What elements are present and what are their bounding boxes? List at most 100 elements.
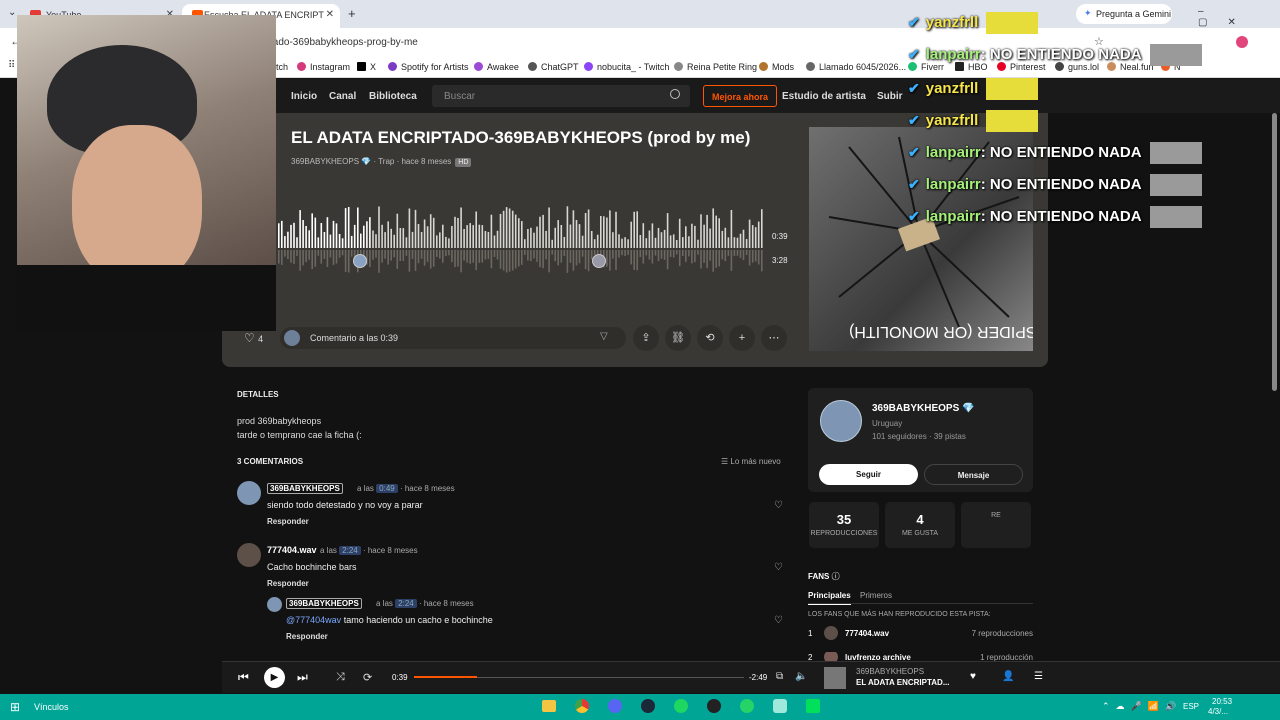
bookmark-twitch[interactable]: nobucita_ - Twitch — [584, 62, 669, 72]
steam-icon[interactable] — [641, 699, 655, 713]
comment-like-icon[interactable]: ♡ — [774, 615, 783, 626]
file-explorer-icon[interactable] — [542, 700, 556, 712]
discord-icon[interactable] — [608, 699, 622, 713]
bookmark-mods[interactable]: Mods — [759, 62, 794, 72]
pip-icon[interactable]: ⧉ — [776, 671, 783, 682]
player-like-icon[interactable]: ♥ — [970, 671, 976, 682]
taskbar-search-label[interactable]: Vínculos — [34, 702, 69, 712]
language-indicator[interactable]: ESP — [1183, 702, 1199, 711]
copy-link-button[interactable]: ⛓ — [665, 325, 691, 351]
bookmark-item[interactable]: tch — [276, 62, 288, 72]
fan-name[interactable]: 777404.wav — [845, 629, 889, 638]
waveform-reflection — [481, 250, 484, 263]
next-icon[interactable]: ⏭ — [297, 670, 308, 685]
tab-primeros[interactable]: Primeros — [860, 591, 892, 600]
waveform-bar — [630, 221, 632, 248]
nav-inicio[interactable]: Inicio — [291, 91, 317, 102]
progress-track[interactable] — [414, 676, 744, 678]
spotify-taskbar-icon[interactable] — [674, 699, 688, 713]
fan-row[interactable]: 1 777404.wav 7 reproducciones — [808, 626, 1033, 644]
nav-biblioteca[interactable]: Biblioteca — [369, 91, 417, 102]
message-button[interactable]: Mensaje — [924, 464, 1023, 485]
new-tab-button[interactable]: + — [348, 6, 356, 21]
repeat-icon[interactable]: ⟳ — [363, 671, 372, 684]
reply-button[interactable]: Responder — [267, 517, 309, 526]
chrome-icon[interactable] — [575, 699, 589, 713]
waveform-bar — [621, 238, 623, 248]
track-artist[interactable]: 369BABYKHEOPS — [291, 157, 359, 166]
comment-timestamp[interactable]: 2:24 — [339, 546, 361, 555]
comment-user[interactable]: 369BABYKHEOPS — [267, 483, 343, 494]
comment-avatar-marker[interactable] — [592, 254, 606, 268]
comment-timestamp[interactable]: 2:24 — [395, 599, 417, 608]
comment-timestamp[interactable]: 0:49 — [376, 484, 398, 493]
reply-button[interactable]: Responder — [286, 632, 328, 641]
followers-count[interactable]: 101 seguidores — [872, 432, 927, 441]
comment-user[interactable]: 369BABYKHEOPS — [286, 598, 362, 609]
waveform-reflection — [290, 250, 292, 263]
tracks-count[interactable]: 39 pistas — [934, 432, 966, 441]
waveform[interactable] — [278, 200, 764, 295]
follow-user-icon[interactable]: 👤 — [1002, 671, 1014, 682]
nav-artist-studio[interactable]: Estudio de artista — [782, 91, 866, 102]
player-title[interactable]: EL ADATA ENCRIPTAD... — [856, 678, 949, 687]
windows-start-icon[interactable]: ⊞ — [10, 700, 20, 714]
bookmark-x[interactable]: X — [357, 62, 376, 72]
bookmark-instagram[interactable]: Instagram — [297, 62, 350, 72]
comment-mention[interactable]: @777404wav — [286, 615, 341, 625]
sort-dropdown[interactable]: ☰ Lo más nuevo — [721, 457, 781, 466]
nav-canal[interactable]: Canal — [329, 91, 356, 102]
bookmark-spotify[interactable]: Spotify for Artists — [388, 62, 469, 72]
comment-like-icon[interactable]: ♡ — [774, 500, 783, 511]
obs-icon[interactable] — [707, 699, 721, 713]
commenter-avatar[interactable] — [267, 597, 282, 612]
like-button[interactable]: ♡ 4 — [244, 331, 263, 345]
info-icon[interactable]: ⓘ — [832, 572, 840, 581]
nav-upload[interactable]: Subir — [877, 91, 903, 102]
system-tray-icons[interactable]: ⌃☁🎤📶🔊 — [1102, 701, 1182, 712]
close-tab-icon[interactable]: ✕ — [326, 9, 334, 20]
upgrade-button[interactable]: Mejora ahora — [703, 85, 777, 107]
comment-like-icon[interactable]: ♡ — [774, 562, 783, 573]
waveform-bar — [505, 207, 508, 248]
taskbar-clock[interactable]: 20:53 — [1212, 697, 1232, 706]
search-input[interactable]: Buscar — [432, 85, 690, 107]
comment-input[interactable]: Comentario a las 0:39 — [280, 327, 626, 349]
share-button[interactable]: ⇪ — [633, 325, 659, 351]
repost-button[interactable]: ⟲ — [697, 325, 723, 351]
play-button[interactable]: ▶ — [264, 667, 285, 688]
taskbar-date[interactable]: 4/3/... — [1208, 707, 1228, 716]
queue-icon[interactable]: ☰ — [1034, 671, 1043, 682]
shuffle-icon[interactable]: ⤨ — [336, 671, 345, 684]
waveform-reflection — [499, 250, 502, 269]
bookmark-reina[interactable]: Reina Petite Ring — [674, 62, 757, 72]
fan-name[interactable]: luvfrenzo archive — [845, 653, 911, 661]
comment-user[interactable]: 777404.wav — [267, 545, 317, 555]
add-to-playlist-button[interactable]: + — [729, 325, 755, 351]
fan-row[interactable]: 2 luvfrenzo archive 1 reproducción — [808, 652, 1033, 661]
previous-icon[interactable]: ⏮ — [238, 670, 249, 685]
artist-avatar[interactable] — [820, 400, 862, 442]
track-genre[interactable]: Trap — [378, 157, 394, 166]
bookmark-llamado[interactable]: Llamado 6045/2026... — [806, 62, 906, 72]
volume-icon[interactable]: 🔈 — [795, 671, 807, 682]
kick-icon[interactable] — [806, 699, 820, 713]
reply-button[interactable]: Responder — [267, 579, 309, 588]
url-field[interactable]: tado-369babykheops-prog-by-me — [270, 37, 418, 48]
commenter-avatar[interactable] — [237, 543, 261, 567]
artist-name[interactable]: 369BABYKHEOPS 💎 — [872, 403, 975, 414]
search-icon[interactable] — [670, 89, 680, 99]
player-artist[interactable]: 369BABYKHEOPS — [856, 667, 924, 676]
whatsapp-icon[interactable] — [740, 699, 754, 713]
player-thumbnail[interactable] — [824, 667, 846, 689]
bookmark-awakee[interactable]: Awakee — [474, 62, 519, 72]
follow-button[interactable]: Seguir — [819, 464, 918, 485]
commenter-avatar[interactable] — [237, 481, 261, 505]
send-icon[interactable]: ▽ — [600, 331, 608, 342]
comment-avatar-marker[interactable] — [353, 254, 367, 268]
sort-icon: ☰ — [721, 457, 731, 466]
app-icon[interactable] — [773, 699, 787, 713]
bookmark-chatgpt[interactable]: ChatGPT — [528, 62, 579, 72]
apps-grid-icon[interactable]: ⠿ — [8, 60, 15, 71]
more-button[interactable]: ⋯ — [761, 325, 787, 351]
